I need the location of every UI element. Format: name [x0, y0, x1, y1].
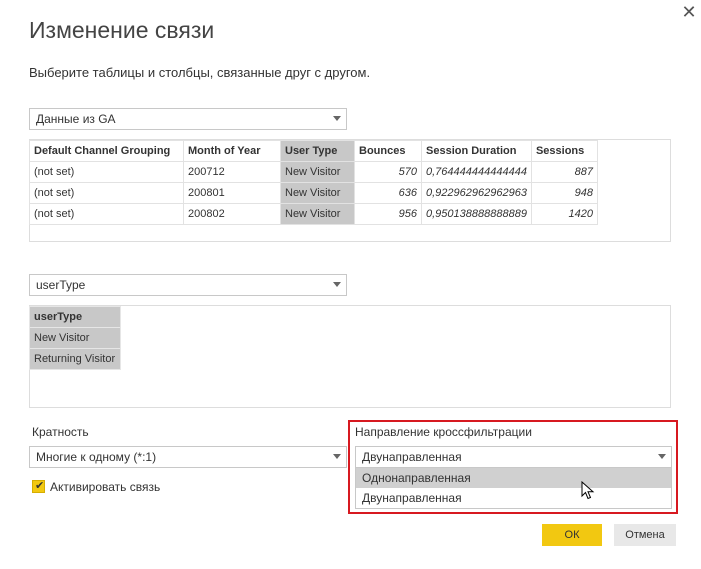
table-cell: New Visitor	[280, 182, 355, 204]
column-header[interactable]: Session Duration	[421, 140, 532, 162]
chevron-down-icon	[333, 282, 341, 287]
mouse-cursor-icon	[581, 481, 595, 500]
table1-dropdown-value: Данные из GA	[36, 112, 116, 126]
table-row: (not set) 200801 New Visitor 636 0,92296…	[29, 182, 598, 204]
table-cell: 956	[354, 203, 422, 225]
table-cell: New Visitor	[280, 203, 355, 225]
table-cell: New Visitor	[29, 327, 121, 349]
column-header-selected[interactable]: userType	[29, 306, 121, 328]
chevron-down-icon	[658, 454, 666, 459]
table-row: Returning Visitor	[29, 348, 121, 370]
column-header[interactable]: Sessions	[530, 140, 598, 162]
table-cell: 200801	[183, 182, 281, 204]
cardinality-dropdown[interactable]: Многие к одному (*:1)	[29, 446, 347, 468]
crossfilter-label: Направление кроссфильтрации	[355, 425, 532, 439]
ok-button[interactable]: ОК	[542, 524, 602, 546]
table-row: New Visitor	[29, 327, 121, 349]
column-header[interactable]: Bounces	[354, 140, 422, 162]
table-cell: (not set)	[29, 182, 184, 204]
cardinality-label: Кратность	[32, 425, 89, 439]
table-cell: 0,764444444444444	[421, 161, 532, 183]
cancel-button[interactable]: Отмена	[614, 524, 676, 546]
crossfilter-option-single[interactable]: Однонаправленная	[356, 468, 671, 488]
cardinality-dropdown-value: Многие к одному (*:1)	[36, 450, 157, 464]
table-cell: 570	[354, 161, 422, 183]
table-cell: 636	[354, 182, 422, 204]
table-cell: 887	[530, 161, 598, 183]
crossfilter-dropdown-value: Двунаправленная	[362, 450, 462, 464]
table2-dropdown-value: userType	[36, 278, 86, 292]
table1-dropdown[interactable]: Данные из GA	[29, 108, 347, 130]
dialog-title: Изменение связи	[29, 17, 215, 43]
table-cell: Returning Visitor	[29, 348, 121, 370]
dialog-subtitle: Выберите таблицы и столбцы, связанные др…	[29, 65, 371, 80]
activate-label[interactable]: Активировать связь	[50, 480, 160, 494]
chevron-down-icon	[333, 454, 341, 459]
table-row: (not set) 200712 New Visitor 570 0,76444…	[29, 161, 598, 183]
crossfilter-option-both[interactable]: Двунаправленная	[356, 488, 671, 508]
close-icon[interactable]: ✕	[681, 2, 696, 22]
table-cell: 0,922962962962963	[421, 182, 532, 204]
table2-preview-area	[29, 305, 671, 408]
table2-dropdown[interactable]: userType	[29, 274, 347, 296]
crossfilter-dropdown[interactable]: Двунаправленная	[355, 446, 672, 468]
table-cell: 0,950138888888889	[421, 203, 532, 225]
chevron-down-icon	[333, 116, 341, 121]
table-cell: 1420	[530, 203, 598, 225]
table-cell: 200712	[183, 161, 281, 183]
table-cell: New Visitor	[280, 161, 355, 183]
close-button[interactable]: ✕	[680, 3, 698, 21]
crossfilter-options-list: Однонаправленная Двунаправленная	[355, 467, 672, 509]
table-cell: 948	[530, 182, 598, 204]
checkmark-icon: ✔	[35, 480, 45, 492]
table-cell: (not set)	[29, 203, 184, 225]
table2-preview: userType New Visitor Returning Visitor	[29, 306, 121, 370]
table-row: (not set) 200802 New Visitor 956 0,95013…	[29, 203, 598, 225]
column-header[interactable]: Default Channel Grouping	[29, 140, 184, 162]
table-cell: (not set)	[29, 161, 184, 183]
table-cell: 200802	[183, 203, 281, 225]
column-header-selected[interactable]: User Type	[280, 140, 355, 162]
column-header[interactable]: Month of Year	[183, 140, 281, 162]
table1-preview: Default Channel Grouping Month of Year U…	[29, 140, 598, 225]
